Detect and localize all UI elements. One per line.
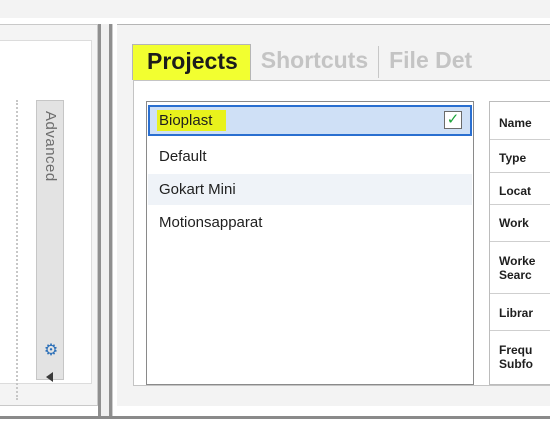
top-band (0, 0, 550, 18)
prop-label: Name (499, 116, 532, 130)
dotted-divider (16, 100, 18, 400)
tab-file-details[interactable]: File Det (379, 44, 483, 80)
tab-shortcuts[interactable]: Shortcuts (250, 44, 379, 80)
project-list[interactable]: Bioplast ✓ Default Gokart Mini Motionsap… (146, 101, 474, 385)
prop-label-line2: Searc (499, 268, 532, 282)
right-frame-line-inner (112, 24, 113, 416)
project-row-bioplast[interactable]: Bioplast ✓ (148, 105, 472, 136)
project-row-gokart-mini[interactable]: Gokart Mini (148, 174, 472, 205)
tab-bar: Projects Shortcuts File Det (132, 44, 483, 80)
prop-label: Worke (499, 254, 536, 268)
prop-type: Type (490, 140, 550, 173)
check-icon[interactable]: ✓ (444, 111, 462, 129)
prop-frequent-subfolders: Frequ Subfo (490, 331, 550, 385)
advanced-tab[interactable]: Advanced ⚙ (36, 100, 64, 382)
prop-label: Work (499, 216, 529, 230)
tab-projects[interactable]: Projects (132, 44, 251, 80)
prop-label: Librar (499, 306, 534, 320)
project-row-default[interactable]: Default (148, 141, 472, 172)
arrow-left-icon[interactable] (46, 372, 53, 382)
prop-label-line2: Subfo (499, 357, 533, 371)
project-name: Gokart Mini (159, 181, 236, 198)
prop-label: Locat (499, 184, 532, 198)
prop-label: Type (499, 151, 527, 165)
properties-panel: Name Type Locat Work Worke Searc Librar … (489, 101, 550, 385)
prop-location: Locat (490, 173, 550, 205)
advanced-tab-label: Advanced (42, 111, 59, 182)
prop-library: Librar (490, 294, 550, 331)
project-row-motionsapparat[interactable]: Motionsapparat (148, 207, 472, 238)
project-name: Motionsapparat (159, 214, 263, 231)
prop-workspace-search: Worke Searc (490, 242, 550, 294)
prop-name: Name (490, 102, 550, 140)
project-name: Bioplast (157, 110, 227, 131)
splitter[interactable] (101, 24, 109, 416)
gear-icon[interactable]: ⚙ (41, 341, 61, 361)
prop-label: Frequ (499, 343, 533, 357)
bottom-band (0, 419, 550, 448)
prop-workspace: Work (490, 205, 550, 242)
project-name: Default (159, 148, 207, 165)
